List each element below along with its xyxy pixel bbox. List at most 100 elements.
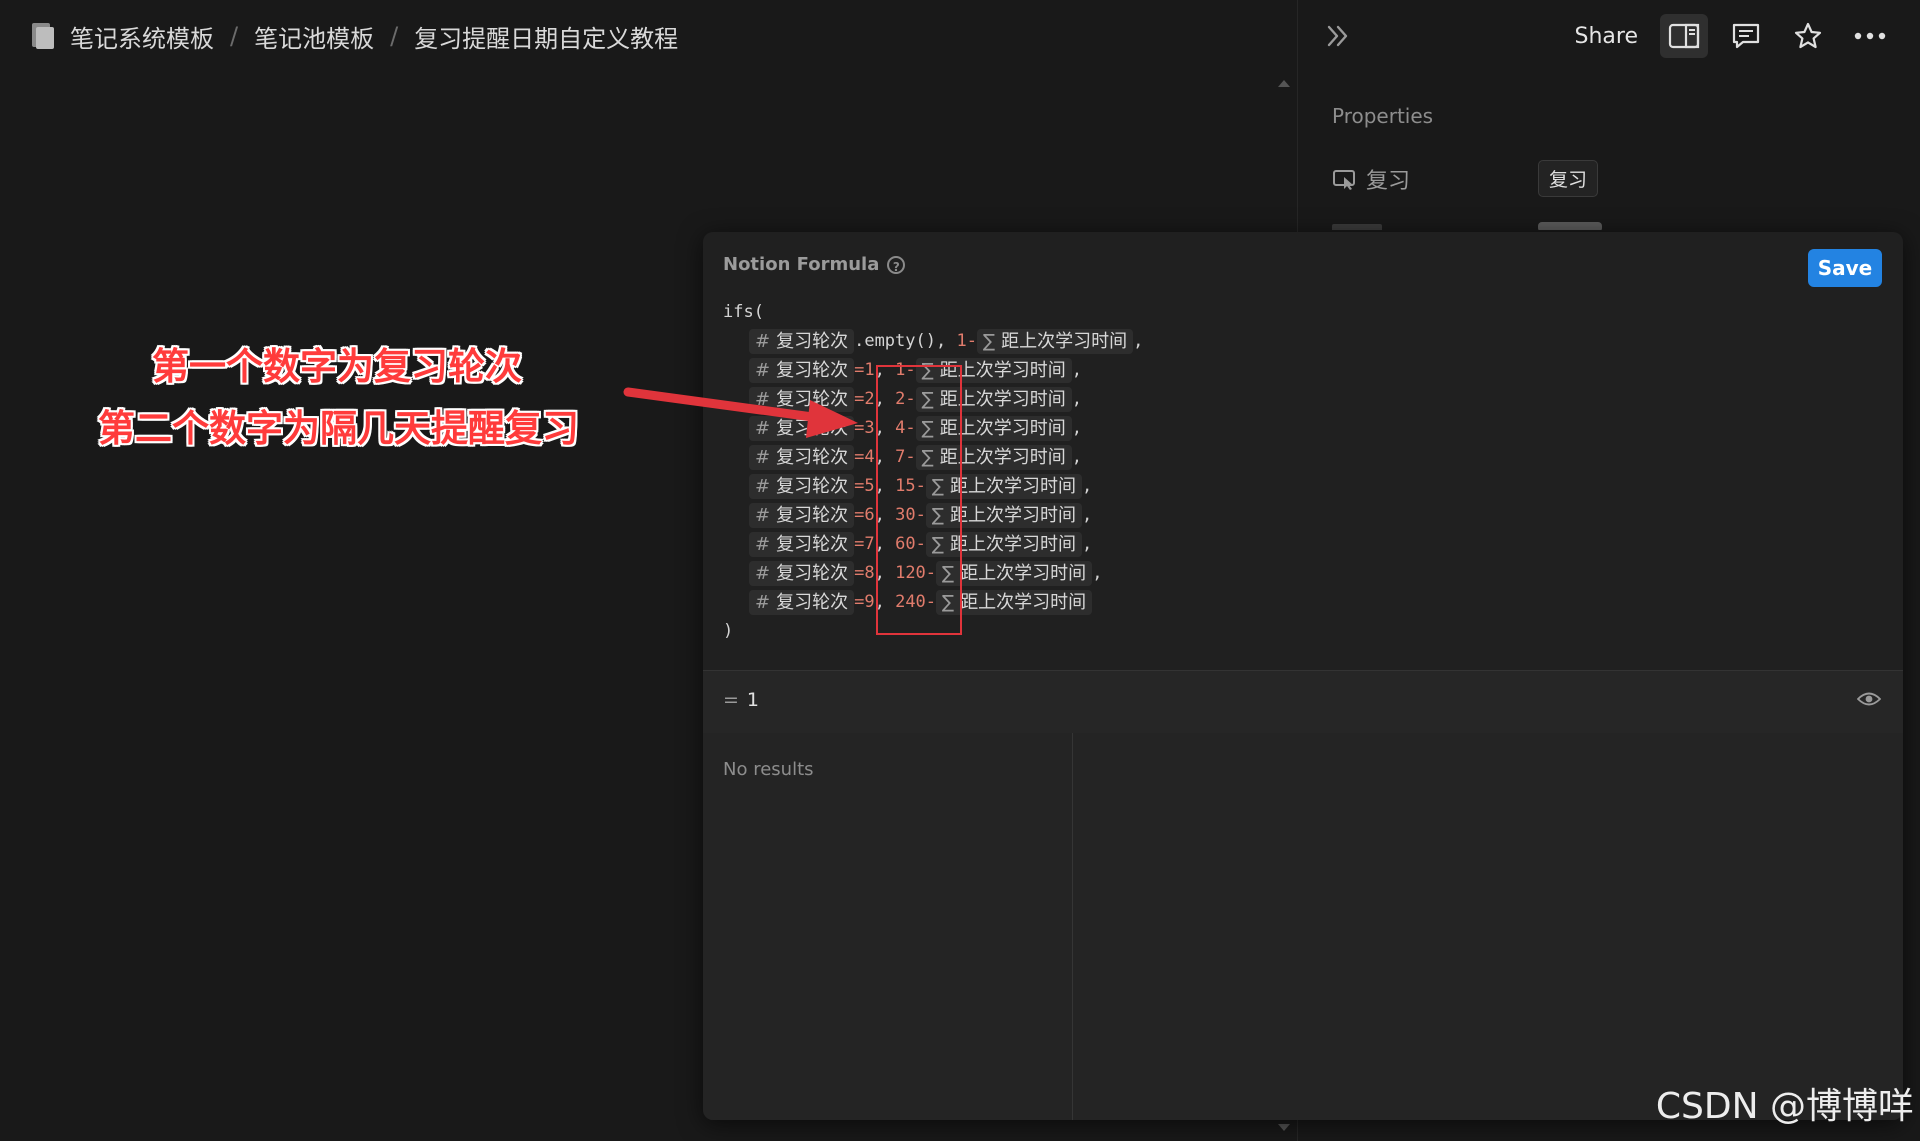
equals-operator: = — [854, 505, 865, 525]
comment-button[interactable] — [1722, 14, 1770, 58]
property-chip-distance[interactable]: ∑ 距上次学习时间 — [925, 532, 1082, 557]
days-number: 30 — [895, 505, 916, 525]
properties-title: Properties — [1332, 104, 1434, 128]
equals-operator: = — [854, 563, 865, 583]
breadcrumb-item-3[interactable]: 复习提醒日期自定义教程 — [412, 19, 680, 54]
property-chip-round[interactable]: # 复习轮次 — [749, 387, 855, 412]
equals-operator: = — [854, 389, 865, 409]
property-chip-round[interactable]: # 复习轮次 — [749, 590, 855, 615]
code-line: # 复习轮次 = 5, 15- ∑ 距上次学习时间, — [723, 472, 1143, 501]
round-number: 4 — [864, 447, 875, 467]
minus-operator: - — [905, 447, 916, 467]
save-button[interactable]: Save — [1808, 249, 1882, 287]
days-number: 60 — [895, 534, 916, 554]
comma: , — [874, 476, 896, 496]
property-chip-distance[interactable]: ∑ 距上次学习时间 — [915, 445, 1072, 470]
round-number: 3 — [864, 418, 875, 438]
chip-label: 距上次学习时间 — [939, 360, 1066, 381]
ifs-close: ) — [723, 621, 734, 641]
property-row[interactable]: 复习 复习 — [1332, 160, 1599, 197]
number-property-icon: # — [755, 592, 771, 613]
property-chip-round[interactable]: # 复习轮次 — [749, 416, 855, 441]
collapse-panel-button[interactable] — [1318, 16, 1358, 56]
scroll-down-arrow[interactable] — [1278, 1124, 1290, 1131]
property-chip-distance[interactable]: ∑ 距上次学习时间 — [915, 387, 1072, 412]
chip-label: 复习轮次 — [776, 447, 849, 468]
minus-operator: - — [966, 331, 977, 351]
more-icon — [1854, 32, 1886, 40]
equals-operator: = — [854, 447, 865, 467]
side-peek-button[interactable] — [1660, 14, 1708, 58]
property-name[interactable]: 复习 — [1332, 163, 1538, 195]
formula-property-icon: ∑ — [982, 331, 996, 352]
comma: , — [874, 563, 896, 583]
property-chip-round[interactable]: # 复习轮次 — [749, 329, 855, 354]
formula-property-icon: ∑ — [921, 360, 934, 381]
share-button[interactable]: Share — [1575, 24, 1639, 49]
days-number: 2 — [895, 389, 906, 409]
round-number: 2 — [864, 389, 875, 409]
property-chip-distance[interactable]: ∑ 距上次学习时间 — [925, 474, 1082, 499]
comma: , — [874, 505, 896, 525]
minus-operator: - — [925, 563, 937, 583]
result-value: 1 — [746, 689, 760, 711]
watermark: CSDN @博博咩 — [1655, 1086, 1914, 1127]
breadcrumb-item-1[interactable]: 笔记系统模板 — [68, 19, 216, 54]
formula-result: = 1 — [723, 689, 759, 711]
property-row-partial — [1332, 222, 1602, 230]
equals-sign: = — [723, 689, 739, 711]
comma: , — [1081, 476, 1093, 496]
chip-label: 复习轮次 — [776, 476, 849, 497]
header-actions: Share — [1575, 14, 1895, 58]
days-number: 1 — [895, 360, 906, 380]
property-chip-round[interactable]: # 复习轮次 — [749, 474, 855, 499]
chip-label: 距上次学习时间 — [960, 563, 1087, 584]
number-property-icon: # — [755, 505, 771, 526]
more-button[interactable] — [1846, 14, 1894, 58]
property-chip-round[interactable]: # 复习轮次 — [749, 532, 855, 557]
property-chip-distance[interactable]: ∑ 距上次学习时间 — [915, 416, 1072, 441]
favorite-button[interactable] — [1784, 14, 1832, 58]
page-icon — [32, 23, 54, 49]
formula-property-icon: ∑ — [931, 476, 944, 497]
formula-property-icon: ∑ — [942, 592, 955, 613]
comma: , — [1081, 534, 1093, 554]
comma: , — [1071, 360, 1082, 380]
code-line: # 复习轮次 = 2, 2- ∑ 距上次学习时间, — [723, 385, 1143, 414]
property-chip-distance[interactable]: ∑ 距上次学习时间 — [925, 503, 1082, 528]
minus-operator: - — [915, 534, 926, 554]
days-number: 120 — [895, 563, 926, 583]
eye-icon[interactable] — [1857, 690, 1881, 708]
property-value-partial — [1538, 222, 1602, 230]
property-chip-distance[interactable]: ∑ 距上次学习时间 — [936, 561, 1093, 586]
formula-property-icon: ∑ — [931, 534, 944, 555]
minus-operator: - — [915, 476, 926, 496]
comma: , — [874, 447, 896, 467]
property-chip-distance[interactable]: ∑ 距上次学习时间 — [936, 590, 1093, 615]
chip-label: 复习轮次 — [776, 331, 849, 352]
comma: , — [1081, 505, 1093, 525]
annotation-line-1: 第一个数字为复习轮次 — [152, 345, 522, 388]
property-chip-distance[interactable]: ∑ 距上次学习时间 — [976, 329, 1134, 354]
collapse-panel-icon — [1327, 25, 1348, 47]
property-chip-distance[interactable]: ∑ 距上次学习时间 — [915, 358, 1072, 383]
property-value-button[interactable]: 复习 — [1538, 160, 1599, 197]
chip-label: 距上次学习时间 — [949, 505, 1076, 526]
breadcrumb-item-2[interactable]: 笔记池模板 — [252, 19, 376, 54]
number-property-icon: # — [755, 447, 771, 468]
minus-operator: - — [905, 418, 916, 438]
property-chip-round[interactable]: # 复习轮次 — [749, 503, 855, 528]
round-number: 9 — [864, 592, 875, 612]
comma: , — [1071, 418, 1082, 438]
property-name-partial — [1332, 224, 1382, 230]
number-property-icon: # — [755, 331, 771, 352]
comma: , — [874, 534, 896, 554]
property-chip-round[interactable]: # 复习轮次 — [749, 445, 855, 470]
code-line: # 复习轮次 = 6, 30- ∑ 距上次学习时间, — [723, 501, 1143, 530]
property-chip-round[interactable]: # 复习轮次 — [749, 358, 855, 383]
property-chip-round[interactable]: # 复习轮次 — [749, 561, 855, 586]
help-icon[interactable]: ? — [887, 255, 906, 274]
formula-code[interactable]: ifs( # 复习轮次 .empty(), 1- ∑ 距上次学习时间, # 复习轮次 =… — [723, 298, 1143, 646]
scroll-up-arrow[interactable] — [1278, 80, 1290, 87]
top-bar: 笔记系统模板 / 笔记池模板 / 复习提醒日期自定义教程 Share — [0, 0, 1920, 72]
